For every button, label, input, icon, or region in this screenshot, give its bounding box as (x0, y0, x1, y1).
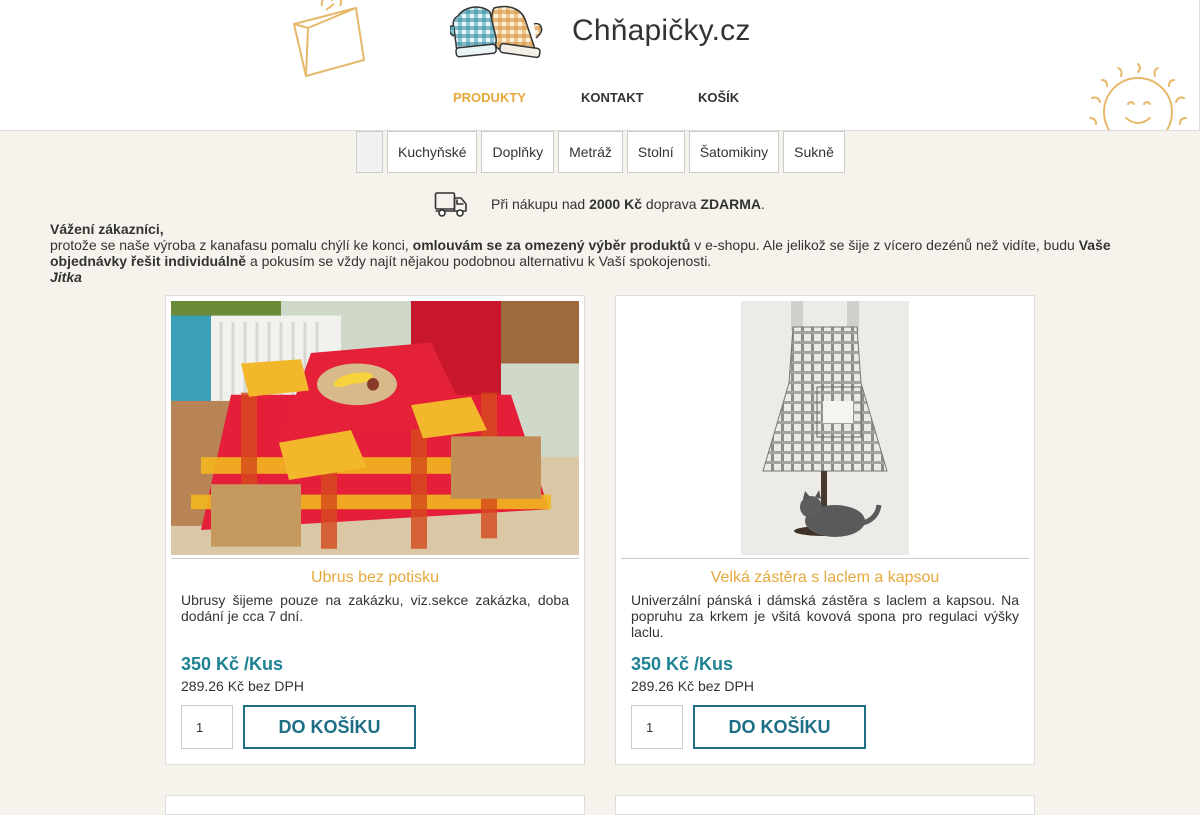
nav-produkty-label: PRODUKTY (453, 90, 526, 105)
decorative-box-illustration (293, 0, 365, 77)
product-price-net: 289.26 Kč bez DPH (631, 678, 754, 694)
shipping-info: Při nákupu nad 2000 Kč doprava ZDARMA. (434, 190, 765, 218)
product-card-partial (165, 795, 585, 815)
category-kuchynske[interactable]: Kuchyňské (387, 131, 478, 173)
quantity-input[interactable] (181, 705, 233, 749)
category-doplnky[interactable]: Doplňky (481, 131, 555, 173)
site-title[interactable]: Chňapičky.cz (572, 14, 751, 48)
decorative-sun-illustration (1089, 63, 1187, 130)
site-header: Chňapičky.cz PRODUKTY KONTAKT KOŠÍK (0, 0, 1200, 131)
product-image-tablecloth[interactable] (171, 301, 579, 555)
notice-signature: Jitka (50, 269, 82, 285)
product-card: Ubrus bez potisku Ubrusy šijeme pouze na… (165, 295, 585, 765)
nav-kosik[interactable]: KOŠÍK (696, 90, 739, 105)
shipping-amount: 2000 Kč (589, 196, 643, 212)
product-card-partial (615, 795, 1035, 815)
main-navigation: PRODUKTY KONTAKT KOŠÍK (0, 90, 1199, 108)
notice-text-2: v e-shopu. Ale jelikož se šije z vícero … (690, 237, 1079, 253)
product-image-apron[interactable] (621, 301, 1029, 555)
add-to-cart-button[interactable]: DO KOŠÍKU (693, 705, 866, 749)
customer-notice: Vážení zákazníci, protože se naše výroba… (50, 221, 1150, 285)
product-card: Velká zástěra s laclem a kapsou Univerzá… (615, 295, 1035, 765)
notice-text-3: a pokusím se vždy najít nějakou podobnou… (246, 253, 712, 269)
category-stolni[interactable]: Stolní (626, 131, 685, 173)
category-metraz[interactable]: Metráž (558, 131, 623, 173)
category-bar: Kuchyňské Doplňky Metráž Stolní Šatomiki… (356, 131, 845, 173)
truck-icon (434, 192, 467, 217)
add-to-cart-label: DO KOŠÍKU (728, 717, 831, 737)
product-price-net: 289.26 Kč bez DPH (181, 678, 304, 694)
product-price: 350 Kč /Kus (631, 654, 734, 674)
nav-produkty[interactable]: PRODUKTY (451, 90, 526, 105)
product-description: Ubrusy šijeme pouze na zakázku, viz.sekc… (181, 592, 569, 624)
add-to-cart-button[interactable]: DO KOŠÍKU (243, 705, 416, 749)
quantity-input[interactable] (631, 705, 683, 749)
add-to-cart-label: DO KOŠÍKU (278, 717, 381, 737)
shipping-suffix: . (761, 196, 765, 212)
shipping-middle: doprava (642, 196, 701, 212)
product-description: Univerzální pánská i dámská zástěra s la… (631, 592, 1019, 640)
notice-greeting: Vážení zákazníci, (50, 221, 164, 237)
card-divider (171, 558, 579, 559)
shipping-free: ZDARMA (700, 196, 762, 212)
nav-kontakt[interactable]: KONTAKT (579, 90, 644, 105)
nav-kontakt-label: KONTAKT (581, 90, 644, 105)
product-name[interactable]: Velká zástěra s laclem a kapsou (631, 569, 1019, 587)
logo-oven-mitts-icon[interactable] (450, 2, 546, 60)
shipping-prefix: Při nákupu nad (491, 196, 590, 212)
category-sukne[interactable]: Sukně (783, 131, 845, 173)
shipping-text: Při nákupu nad 2000 Kč doprava ZDARMA. (491, 196, 765, 212)
card-divider (621, 558, 1029, 559)
category-home-button[interactable] (356, 131, 383, 173)
notice-text-1: protože se naše výroba z kanafasu pomalu… (50, 237, 413, 253)
notice-bold-1: omlouvám se za omezený výběr produktů (412, 237, 691, 253)
nav-kosik-label: KOŠÍK (698, 90, 740, 105)
category-satomikiny[interactable]: Šatomikiny (688, 131, 780, 173)
product-price: 350 Kč /Kus (181, 654, 284, 674)
product-name[interactable]: Ubrus bez potisku (181, 569, 569, 587)
